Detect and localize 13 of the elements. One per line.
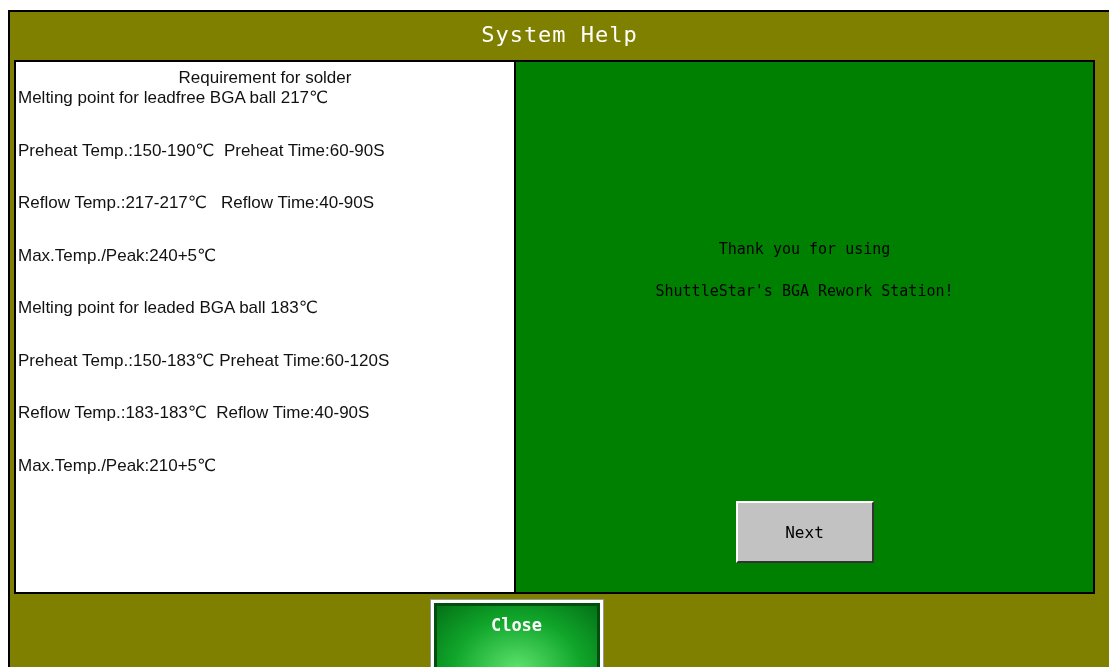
help-line: Preheat Temp.:150-190℃ Preheat Time:60-90S: [18, 140, 385, 160]
help-line: Max.Temp./Peak:240+5℃: [18, 245, 217, 265]
help-line: Melting point for leadfree BGA ball 217℃: [18, 88, 329, 107]
help-line: Reflow Temp.:183-183℃ Reflow Time:40-90S: [18, 403, 370, 422]
help-heading: Requirement for solder: [178, 68, 352, 88]
help-line: Reflow Temp.:217-217℃ Reflow Time:40-90S: [18, 193, 375, 212]
help-line: Max.Temp./Peak:210+5℃: [18, 455, 217, 475]
window-title: System Help: [480, 20, 639, 49]
next-button[interactable]: Next: [735, 501, 874, 563]
thank-you-text: ShuttleStar's BGA Rework Station!: [655, 282, 954, 300]
help-line: Preheat Temp.:150-183℃ Preheat Time:60-120S: [18, 350, 390, 370]
thank-you-text: Thank you for using: [718, 240, 891, 258]
help-line: Melting point for leaded BGA ball 183℃: [18, 298, 318, 317]
